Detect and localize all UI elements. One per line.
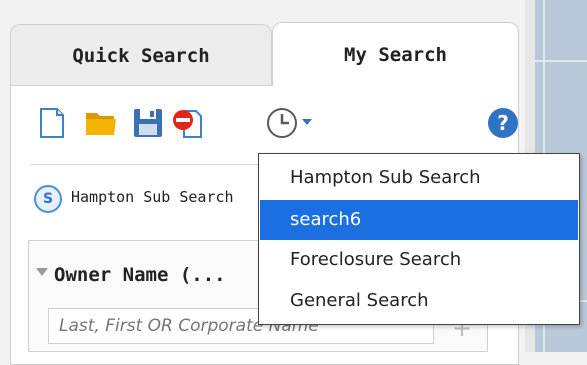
menu-item-foreclosure-search[interactable]: Foreclosure Search [260, 240, 578, 280]
delete-search-icon[interactable] [170, 105, 206, 141]
tab-label: My Search [344, 43, 447, 66]
menu-item-general-search[interactable]: General Search [260, 281, 578, 321]
history-clock-icon[interactable] [264, 105, 300, 141]
new-document-icon[interactable] [34, 105, 70, 141]
help-symbol: ? [497, 111, 509, 135]
saved-search-badge: S [34, 185, 62, 213]
tab-label: Quick Search [72, 44, 210, 67]
owner-section-title[interactable]: Owner Name (... [54, 264, 226, 286]
chevron-down-icon[interactable] [300, 114, 314, 128]
badge-letter: S [42, 191, 54, 207]
tab-quick-search[interactable]: Quick Search [10, 24, 272, 86]
collapse-triangle-icon[interactable] [36, 268, 48, 276]
save-icon[interactable] [130, 105, 166, 141]
help-icon[interactable]: ? [485, 105, 521, 141]
tab-my-search[interactable]: My Search [272, 22, 519, 86]
menu-item-search6[interactable]: search6 [260, 200, 578, 240]
menu-item-hampton-sub-search[interactable]: Hampton Sub Search [260, 158, 578, 198]
saved-search-name[interactable]: Hampton Sub Search [71, 188, 261, 206]
open-folder-icon[interactable] [83, 105, 119, 141]
search-history-menu: Hampton Sub Search search6 Foreclosure S… [258, 153, 580, 325]
